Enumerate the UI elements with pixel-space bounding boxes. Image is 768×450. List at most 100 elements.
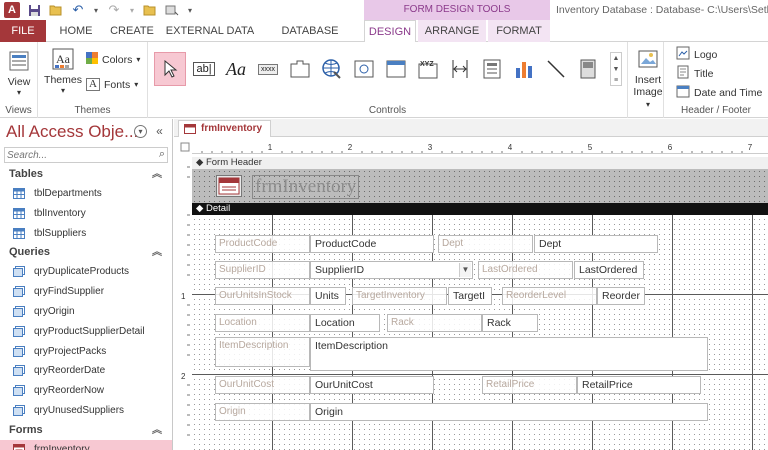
vertical-ruler[interactable]: 1 2: [178, 157, 192, 450]
select-pointer-icon[interactable]: [154, 52, 186, 86]
shutter-bar-close-icon[interactable]: «: [153, 125, 166, 138]
nav-item-form[interactable]: frmInventory: [0, 439, 172, 450]
nav-item-query[interactable]: qryProductSupplierDetail: [0, 322, 172, 342]
save-icon[interactable]: [26, 2, 42, 18]
tab-external-data[interactable]: EXTERNAL DATA: [164, 20, 256, 42]
ruler-corner-selector[interactable]: [178, 140, 192, 154]
form-design-canvas[interactable]: ◆ Form Header frmInventory ◆ Detail Prod…: [192, 157, 768, 450]
insert-image-button[interactable]: Insert Image ▾: [630, 46, 666, 110]
label-reorderlevel[interactable]: ReorderLevel: [502, 287, 597, 305]
nav-section-tables[interactable]: Tables ︽: [0, 165, 172, 184]
header-title-label[interactable]: frmInventory: [252, 175, 360, 199]
form-header-section-bar[interactable]: ◆ Form Header: [192, 157, 768, 169]
page-break-control-icon[interactable]: [446, 54, 474, 84]
nav-item-query[interactable]: qryReorderDate: [0, 361, 172, 381]
textbox-rack[interactable]: Rack: [482, 314, 538, 332]
tab-arrange[interactable]: ARRANGE: [418, 20, 486, 42]
hyperlink-control-icon[interactable]: [318, 54, 346, 84]
label-ourunitcost[interactable]: OurUnitCost: [215, 376, 310, 394]
nav-item-table[interactable]: tblDepartments: [0, 184, 172, 204]
title-button[interactable]: Title: [676, 65, 713, 82]
tab-format[interactable]: FORMAT: [488, 20, 550, 42]
tab-design[interactable]: DESIGN: [364, 20, 416, 43]
nav-section-forms[interactable]: Forms ︽: [0, 421, 172, 440]
nav-item-query[interactable]: qryReorderNow: [0, 381, 172, 401]
nav-menu-chevron-icon[interactable]: ▾: [134, 125, 147, 138]
nav-pane-header[interactable]: All Access Obje... ▾ «: [0, 119, 172, 145]
textbox-productcode[interactable]: ProductCode: [310, 235, 434, 253]
header-logo-icon[interactable]: [216, 175, 242, 197]
textbox-dept[interactable]: Dept: [534, 235, 658, 253]
combo-box-control-icon[interactable]: [478, 54, 506, 84]
dropdown-arrow-icon[interactable]: ▼: [459, 263, 471, 277]
textbox-control-icon[interactable]: ab|: [190, 54, 218, 84]
redo-icon[interactable]: ↷: [106, 2, 122, 18]
chart-control-icon[interactable]: [510, 54, 538, 84]
detail-section-bar[interactable]: ◆ Detail: [192, 203, 768, 215]
qat-dropdown-icon[interactable]: ▾: [186, 2, 194, 18]
view-button[interactable]: View ▾: [4, 48, 34, 97]
nav-item-query[interactable]: qryOrigin: [0, 302, 172, 322]
label-origin[interactable]: Origin: [215, 403, 310, 421]
undo-dropdown-icon[interactable]: ▾: [92, 2, 100, 18]
undo-icon[interactable]: ↶: [70, 2, 86, 18]
textbox-itemdescription[interactable]: ItemDescription: [310, 337, 708, 371]
customize-qat-icon[interactable]: [164, 2, 180, 18]
option-group-control-icon[interactable]: XYZ: [414, 54, 442, 84]
fonts-button[interactable]: A Fonts ▾: [86, 78, 138, 91]
document-tab-frminventory[interactable]: frmInventory: [178, 120, 272, 137]
tab-file[interactable]: FILE: [0, 20, 46, 42]
label-location[interactable]: Location: [215, 314, 310, 332]
label-supplierid[interactable]: SupplierID: [215, 261, 310, 279]
controls-gallery-scroll[interactable]: ▲ ▼ ≡: [610, 52, 622, 86]
line-control-icon[interactable]: [542, 54, 570, 84]
label-control-icon[interactable]: Aa: [222, 54, 250, 84]
tab-control-icon[interactable]: [286, 54, 314, 84]
tab-database-tools[interactable]: DATABASE TOOLS: [262, 20, 358, 59]
textbox-reorder[interactable]: Reorder: [597, 287, 645, 305]
nav-item-query[interactable]: qryFindSupplier: [0, 282, 172, 302]
button-control-icon[interactable]: xxxx: [254, 54, 282, 84]
tab-home[interactable]: HOME: [52, 20, 100, 42]
label-itemdescription[interactable]: ItemDescription: [215, 337, 310, 367]
nav-item-table[interactable]: tblSuppliers: [0, 224, 172, 244]
collapse-icon[interactable]: ︽: [152, 243, 162, 262]
combobox-supplierid[interactable]: SupplierID ▼: [310, 261, 473, 279]
logo-button[interactable]: Logo: [676, 46, 717, 63]
web-browser-control-icon[interactable]: [350, 54, 378, 84]
label-dept[interactable]: Dept: [438, 235, 533, 253]
collapse-icon[interactable]: ︽: [152, 421, 162, 440]
label-ourunitsinstock[interactable]: OurUnitsInStock: [215, 287, 310, 305]
horizontal-ruler[interactable]: 1 2 3 4 5 6 7: [192, 140, 768, 154]
textbox-target[interactable]: TargetI: [448, 287, 492, 305]
textbox-units[interactable]: Units: [310, 287, 346, 305]
label-rack[interactable]: Rack: [387, 314, 482, 332]
navigation-control-icon[interactable]: [382, 54, 410, 84]
themes-button[interactable]: Aa Themes ▾: [44, 46, 82, 95]
label-productcode[interactable]: ProductCode: [215, 235, 310, 253]
collapse-icon[interactable]: ︽: [152, 165, 162, 184]
nav-section-queries[interactable]: Queries ︽: [0, 243, 172, 262]
tab-create[interactable]: CREATE: [104, 20, 160, 42]
textbox-location[interactable]: Location: [310, 314, 380, 332]
textbox-lastordered[interactable]: LastOrdered: [574, 261, 644, 279]
redo-dropdown-icon[interactable]: ▾: [128, 2, 136, 18]
nav-item-query[interactable]: qryUnusedSuppliers: [0, 401, 172, 421]
nav-item-query[interactable]: qryProjectPacks: [0, 342, 172, 362]
folder-icon[interactable]: [142, 2, 158, 18]
date-time-button[interactable]: Date and Time: [676, 84, 762, 101]
colors-button[interactable]: Colors ▾: [86, 52, 140, 67]
search-icon[interactable]: ⌕: [159, 148, 165, 161]
toggle-button-control-icon[interactable]: [574, 54, 602, 84]
label-targetinventory[interactable]: TargetInventory: [352, 287, 447, 305]
open-folder-icon[interactable]: [48, 2, 64, 18]
nav-item-query[interactable]: qryDuplicateProducts: [0, 262, 172, 282]
access-app-icon[interactable]: A: [4, 2, 20, 18]
textbox-ourunitcost[interactable]: OurUnitCost: [310, 376, 434, 394]
label-retailprice[interactable]: RetailPrice: [482, 376, 577, 394]
textbox-origin[interactable]: Origin: [310, 403, 708, 421]
textbox-retailprice[interactable]: RetailPrice: [577, 376, 701, 394]
nav-item-table[interactable]: tblInventory: [0, 204, 172, 224]
label-lastordered[interactable]: LastOrdered: [478, 261, 573, 279]
nav-search-input[interactable]: [5, 148, 145, 162]
